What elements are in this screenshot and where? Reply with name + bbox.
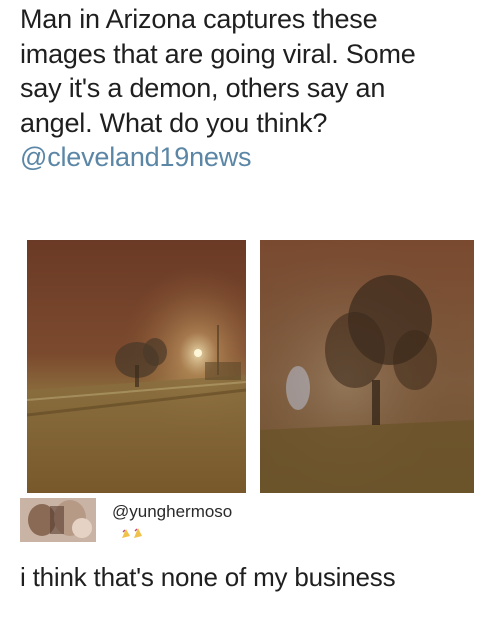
post-caption: Man in Arizona captures these images tha…	[20, 2, 490, 175]
reply-username[interactable]: @yunghermoso	[112, 502, 232, 522]
angel-silhouette-photo[interactable]	[260, 240, 474, 493]
reply-author: @yunghermoso	[20, 498, 490, 544]
caption-line-1: Man in Arizona captures these	[20, 4, 378, 34]
avatar[interactable]	[20, 498, 96, 542]
caption-line-2: images that are going viral. Some	[20, 38, 416, 69]
reply-text: i think that's none of my business	[20, 562, 396, 592]
raised-hands-icon	[120, 526, 156, 545]
caption-line-3: say it's a demon, others say an	[20, 73, 386, 103]
source-handle-link[interactable]: @cleveland19news	[20, 140, 490, 175]
photo-pair	[27, 240, 474, 493]
night-street-photo[interactable]	[27, 240, 246, 493]
caption-line-4: angel. What do you think?	[20, 107, 328, 138]
